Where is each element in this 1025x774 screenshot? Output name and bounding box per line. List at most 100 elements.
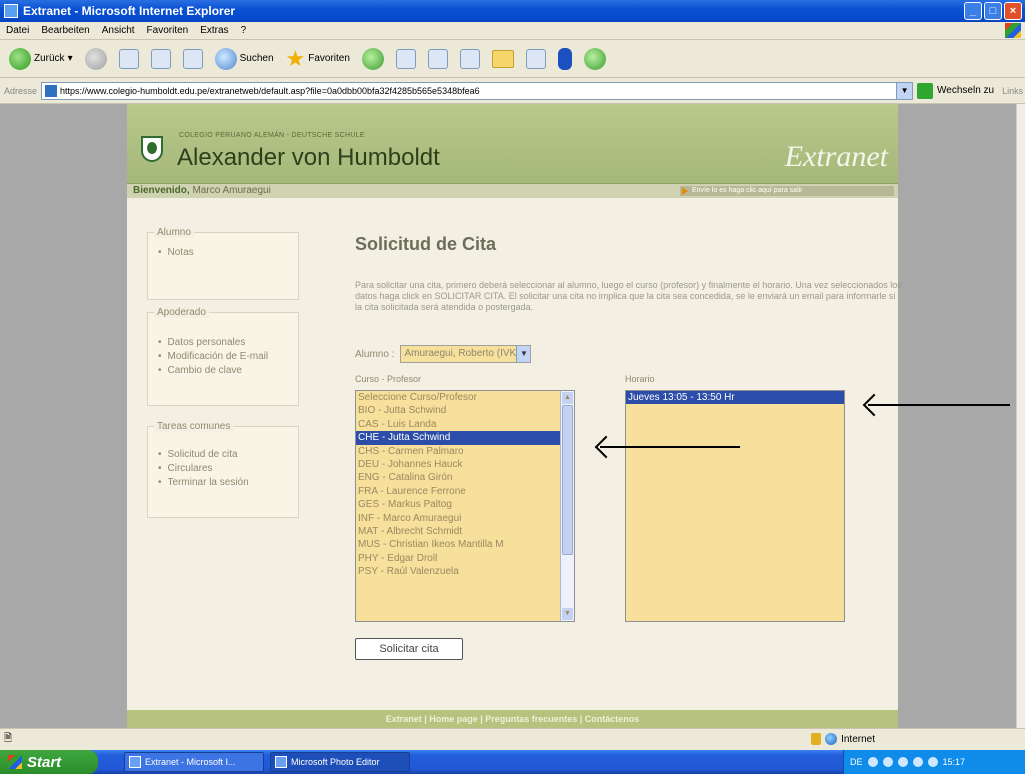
tray-icon[interactable]: [867, 757, 878, 767]
curso-option[interactable]: INF - Marco Amuraegui: [356, 512, 574, 525]
users-icon: [583, 47, 606, 70]
links-button[interactable]: Links: [1002, 86, 1023, 96]
system-tray: DE 15:17: [843, 750, 1025, 774]
back-dropdown-icon[interactable]: ▾: [68, 53, 73, 64]
tray-icon[interactable]: [897, 757, 908, 767]
taskbar-item-extranet[interactable]: Extranet - Microsoft I...: [124, 752, 264, 772]
tray-icon[interactable]: [927, 757, 938, 767]
bluetooth-button[interactable]: [555, 45, 575, 73]
curso-listbox[interactable]: Seleccione Curso/Profesor BIO - Jutta Sc…: [355, 390, 575, 622]
edit-icon: [459, 48, 480, 69]
stop-button[interactable]: [116, 45, 142, 73]
curso-scrollbar[interactable]: ▲ ▼: [560, 391, 574, 621]
solicitar-cita-button[interactable]: Solicitar cita: [355, 638, 463, 660]
menu-favoriten[interactable]: Favoriten: [147, 25, 189, 36]
menu-ansicht[interactable]: Ansicht: [102, 25, 135, 36]
favorites-label: Favoriten: [308, 53, 350, 64]
messenger-button[interactable]: [523, 45, 549, 73]
tray-icon[interactable]: [912, 757, 923, 767]
sidebar-group-apoderado: Apoderado Datos personales Modificación …: [147, 307, 299, 406]
menu-help[interactable]: ?: [241, 25, 247, 36]
curso-option[interactable]: MAT - Albrecht Schmidt: [356, 525, 574, 538]
bluetooth-icon: [557, 47, 572, 70]
star-icon: ★: [285, 45, 306, 71]
address-input[interactable]: https://www.colegio-humboldt.edu.pe/extr…: [41, 81, 914, 100]
menu-extras[interactable]: Extras: [200, 25, 228, 36]
refresh-button[interactable]: [148, 45, 174, 73]
site-footer[interactable]: Extranet | Home page | Preguntas frecuen…: [127, 710, 898, 728]
close-button[interactable]: ×: [1004, 2, 1022, 20]
search-label: Suchen: [239, 53, 274, 64]
school-crest-icon: [141, 136, 163, 162]
browser-toolbar: Zurück ▾ Suchen ★ Favoriten: [0, 40, 1025, 78]
chevron-down-icon[interactable]: ▼: [516, 346, 531, 362]
welcome-name: Marco Amuraegui: [192, 185, 271, 196]
menu-bearbeiten[interactable]: Bearbeiten: [41, 25, 89, 36]
intro-text: Para solicitar una cita, primero deberá …: [355, 280, 902, 312]
go-button[interactable]: Wechseln zu: [937, 85, 994, 96]
maximize-button[interactable]: □: [984, 2, 1002, 20]
sidebar-group-title: Tareas comunes: [154, 421, 234, 432]
sidebar-item-datos-personales[interactable]: Datos personales: [158, 337, 298, 348]
back-label: Zurück: [34, 53, 65, 64]
address-dropdown-icon[interactable]: ▼: [896, 82, 913, 99]
taskbar-item-photo-editor[interactable]: Microsoft Photo Editor: [270, 752, 410, 772]
ie-icon: [4, 4, 18, 18]
scroll-thumb[interactable]: [562, 405, 573, 555]
curso-option[interactable]: FRA - Laurence Ferrone: [356, 485, 574, 498]
sidebar-item-notas[interactable]: Notas: [158, 247, 298, 258]
curso-option[interactable]: MUS - Christian Ikeos Mantilla M: [356, 538, 574, 551]
minimize-button[interactable]: _: [964, 2, 982, 20]
stop-icon: [118, 48, 139, 69]
curso-option-selected[interactable]: CHE - Jutta Schwind: [356, 431, 574, 445]
folder-button[interactable]: [489, 45, 517, 73]
curso-option[interactable]: PHY - Edgar Droll: [356, 552, 574, 565]
windows-logo-icon: [1005, 23, 1021, 38]
window-title: Extranet - Microsoft Internet Explorer: [23, 4, 236, 18]
sidebar-item-solicitud-cita[interactable]: Solicitud de cita: [158, 449, 298, 460]
curso-option[interactable]: Seleccione Curso/Profesor: [356, 391, 574, 404]
back-button[interactable]: Zurück ▾: [6, 45, 76, 73]
sidebar-item-circulares[interactable]: Circulares: [158, 463, 298, 474]
history-button[interactable]: [359, 45, 387, 73]
taskbar: Start Extranet - Microsoft I... Microsof…: [0, 750, 1025, 774]
menu-bar: Datei Bearbeiten Ansicht Favoriten Extra…: [0, 22, 1025, 40]
forward-button[interactable]: [82, 45, 110, 73]
sidebar-item-terminar-sesion[interactable]: Terminar la sesión: [158, 477, 298, 488]
users-button[interactable]: [581, 45, 609, 73]
menu-datei[interactable]: Datei: [6, 25, 29, 36]
extranet-page: COLEGIO PERUANO ALEMÁN - DEUTSCHE SCHULE…: [127, 104, 902, 728]
edit-button[interactable]: [457, 45, 483, 73]
history-icon: [361, 47, 384, 70]
tray-language[interactable]: DE: [850, 757, 863, 767]
horario-option-selected[interactable]: Jueves 13:05 - 13:50 Hr: [626, 391, 844, 405]
mail-button[interactable]: [393, 45, 419, 73]
scroll-down-icon[interactable]: ▼: [562, 608, 573, 620]
address-label: Adresse: [4, 85, 38, 96]
home-button[interactable]: [180, 45, 206, 73]
tray-icon[interactable]: [882, 757, 893, 767]
curso-option[interactable]: CAS - Luis Landa: [356, 418, 574, 431]
sidebar-group-title: Alumno: [154, 227, 194, 238]
scroll-up-icon[interactable]: ▲: [562, 392, 573, 404]
horario-listbox[interactable]: Jueves 13:05 - 13:50 Hr: [625, 390, 845, 622]
logout-link[interactable]: Envíe lo es haga clic aquí para salir: [680, 186, 894, 196]
curso-option[interactable]: CHS - Carmen Palmaro: [356, 445, 574, 458]
search-icon: [214, 47, 237, 70]
favorites-button[interactable]: ★ Favoriten: [283, 45, 353, 73]
alumno-select[interactable]: Amuraegui, Roberto (IVKf) ▼: [400, 345, 532, 363]
sidebar-item-modificacion-email[interactable]: Modificación de E-mail: [158, 351, 298, 362]
sidebar-item-cambio-clave[interactable]: Cambio de clave: [158, 365, 298, 376]
curso-option[interactable]: ENG - Catalina Girón: [356, 471, 574, 484]
search-button[interactable]: Suchen: [212, 45, 277, 73]
print-button[interactable]: [425, 45, 451, 73]
curso-option[interactable]: GES - Markus Paltog: [356, 498, 574, 511]
curso-option[interactable]: BIO - Jutta Schwind: [356, 404, 574, 417]
curso-option[interactable]: DEU - Johannes Hauck: [356, 458, 574, 471]
ie-icon: [129, 756, 141, 768]
curso-option[interactable]: PSY - Raúl Valenzuela: [356, 565, 574, 578]
page-scrollbar[interactable]: [1016, 104, 1025, 728]
start-button[interactable]: Start: [0, 750, 98, 774]
zone-label: Internet: [841, 733, 875, 745]
go-arrow-icon[interactable]: [917, 82, 934, 99]
